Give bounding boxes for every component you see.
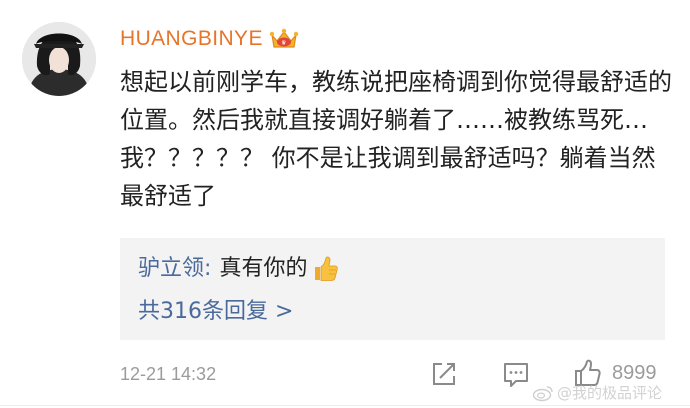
avatar[interactable] [22,22,96,96]
crown-badge-icon: ♛ [269,28,299,48]
view-replies-link[interactable]: 共316条回复 > [138,296,293,328]
reply-colon: : [204,256,212,281]
divider [0,405,690,406]
weibo-logo-icon [532,385,553,401]
avatar-image [22,22,96,96]
comment-icon[interactable] [500,358,532,390]
thumbs-up-emoji-icon [315,256,339,281]
comment-text: 想起以前刚学车，教练说把座椅调到你觉得最舒适的位置。然后我就直接调好躺着了……被… [120,68,672,210]
comment-username[interactable]: HUANGBINYE ♛ [120,27,299,51]
comment-timestamp: 12-21 14:32 [120,364,217,384]
reply-line: 驴立领 : 真有你的 [138,253,339,285]
reply-username[interactable]: 驴立领 [138,253,204,285]
reply-text: 真有你的 [219,256,308,281]
reply-preview-box[interactable]: 驴立领 : 真有你的 共316条回复 > [120,238,665,340]
watermark: @我的极品评论 [532,382,662,403]
username-text: HUANGBINYE [120,27,263,50]
share-icon[interactable] [428,358,460,390]
watermark-text: @我的极品评论 [557,384,663,402]
svg-text:♛: ♛ [281,40,287,47]
